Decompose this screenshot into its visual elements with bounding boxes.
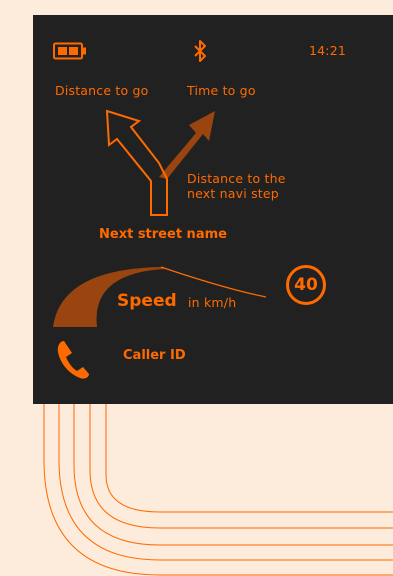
- device-screen: 14:21 Distance to go Time to go Distance…: [33, 15, 393, 404]
- speed-unit: in km/h: [188, 295, 237, 310]
- caller-id: Caller ID: [123, 348, 186, 363]
- battery-icon: [53, 42, 86, 60]
- street-name: Next street name: [99, 227, 227, 242]
- distance-to-go-label: Distance to go: [55, 83, 149, 98]
- next-step-label-line1: Distance to the: [187, 171, 286, 186]
- bluetooth-icon: [194, 40, 206, 62]
- clock-time: 14:21: [309, 43, 347, 58]
- speed-limit-sign-icon: 40: [286, 265, 326, 305]
- speed-limit-value: 40: [294, 275, 318, 295]
- speed-value-label: Speed: [117, 291, 177, 311]
- next-step-label-line2: next navi step: [187, 186, 279, 201]
- phone-icon[interactable]: [55, 337, 91, 381]
- time-to-go-label: Time to go: [187, 83, 256, 98]
